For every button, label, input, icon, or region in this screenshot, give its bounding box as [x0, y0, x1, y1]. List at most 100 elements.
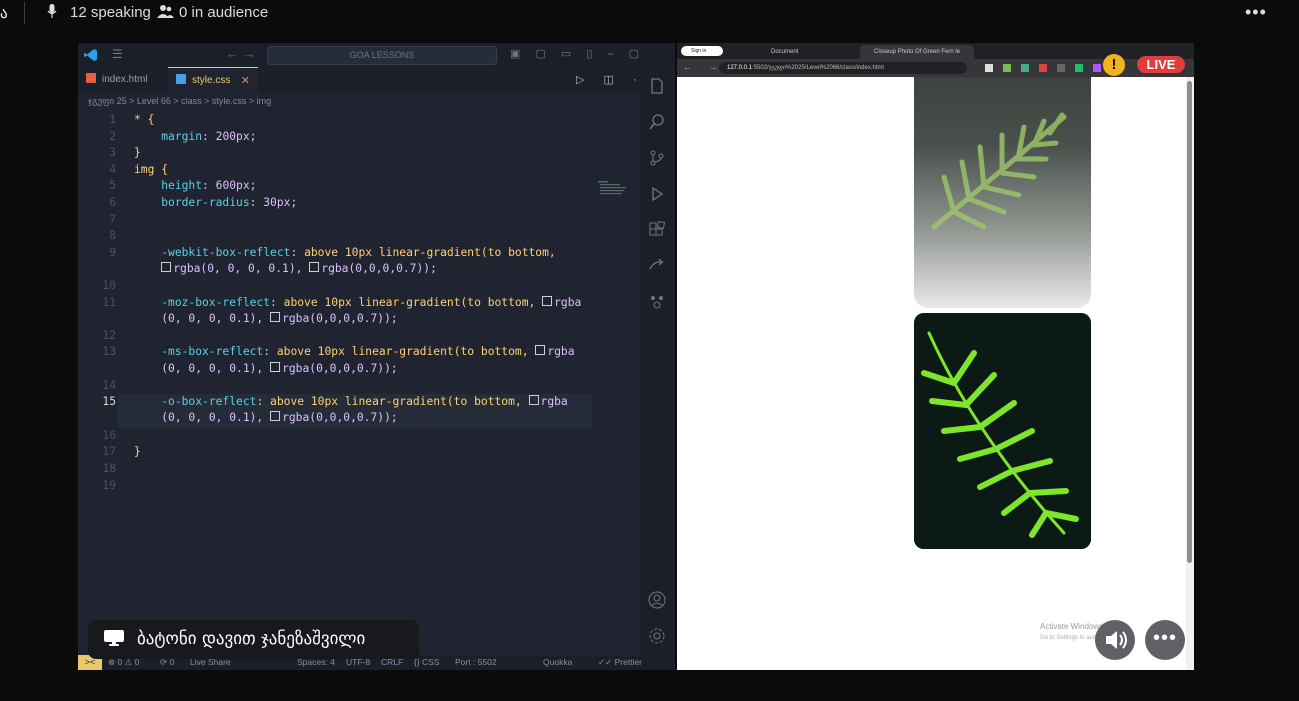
port-status[interactable]: Port : 5502 [455, 657, 497, 667]
code-token: rgba(0,0,0,0.7)); [321, 262, 437, 275]
line-number: 17 [102, 445, 116, 458]
line-number: 18 [102, 462, 116, 475]
color-swatch[interactable] [309, 262, 320, 272]
color-swatch[interactable] [542, 296, 553, 306]
line-number: 16 [102, 429, 116, 442]
gear-icon[interactable] [648, 627, 666, 645]
explorer-icon[interactable] [648, 77, 666, 95]
account-icon[interactable] [648, 591, 666, 609]
color-swatch[interactable] [535, 345, 546, 355]
activity-bar [639, 67, 675, 657]
tab-index-html[interactable]: index.html [78, 67, 168, 93]
language-status[interactable]: {} CSS [414, 657, 440, 667]
html-icon [86, 73, 96, 83]
code-line: margin: 200px; [161, 130, 257, 143]
code-token: } [134, 445, 141, 458]
warning-icon[interactable]: ! [1103, 54, 1125, 76]
tab-label: Document [771, 49, 799, 55]
audience-icon [157, 5, 174, 18]
code-token: rgba [540, 395, 568, 408]
live-badge: LIVE [1137, 56, 1185, 73]
line-number: 2 [109, 130, 116, 143]
tab-style-css[interactable]: style.css ✕ [168, 67, 258, 94]
code-token: (0, 0, 0, 0.1), [161, 312, 264, 325]
extensions-icon[interactable] [648, 221, 666, 239]
more-actions-button[interactable]: ••• [1145, 620, 1185, 660]
address-bar[interactable]: 127.0.0.1:5502/ჯგუფი%2025/Level%2066/cla… [719, 62, 967, 74]
search-icon[interactable] [648, 113, 666, 131]
tab-label: style.css [192, 75, 231, 86]
page-scrollbar[interactable] [1186, 77, 1194, 670]
volume-button[interactable] [1095, 620, 1135, 660]
code-token: 30px [263, 196, 291, 209]
tab-label: Sign in [691, 48, 707, 54]
code-line: (0, 0, 0, 0.1), rgba(0,0,0,0.7)); [134, 362, 398, 375]
code-token: (0, 0, 0, 0.1), [161, 362, 264, 375]
tab-fern-photo[interactable]: Closeup Photo Of Green Fern le [860, 45, 974, 59]
quokka-status[interactable]: Quokka [543, 657, 572, 667]
code-line: (0, 0, 0, 0.1), rgba(0,0,0,0.7)); [134, 312, 398, 325]
vscode-window: ☰ ← → GOA LESSONS ▣ ▢ ▭ ▯ – ▢ index.html… [78, 43, 675, 670]
prettier-status[interactable]: ✓✓ Prettier [598, 657, 642, 668]
color-swatch[interactable] [161, 262, 172, 272]
code-token: * { [134, 113, 155, 126]
code-token: -o-box-reflect [161, 395, 257, 408]
close-tab-icon[interactable]: ✕ [241, 68, 250, 94]
code-token: rgba(0,0,0,0.7)); [282, 362, 398, 375]
run-debug-icon[interactable] [648, 185, 666, 203]
edge-glyph: ა [0, 5, 8, 22]
web-page: Activate Windows Go to Settings to activ… [677, 77, 1186, 670]
tab-document[interactable]: Document [757, 45, 861, 59]
live-share-icon[interactable] [648, 257, 666, 275]
code-line: -webkit-box-reflect: above 10px linear-g… [161, 246, 556, 259]
code-token: img { [134, 163, 169, 176]
scrollbar-thumb[interactable] [1187, 81, 1192, 563]
line-number: 9 [109, 246, 116, 259]
code-token: border-radius [161, 196, 250, 209]
color-swatch[interactable] [270, 362, 281, 372]
code-token: rgba(0,0,0,0.7)); [282, 411, 398, 424]
code-token: rgba [554, 296, 582, 309]
code-token: rgba [547, 345, 575, 358]
code-token: height [161, 179, 203, 192]
code-line: -moz-box-reflect: above 10px linear-grad… [161, 296, 582, 309]
speaker-icon [1106, 631, 1127, 649]
code-line: rgba(0, 0, 0, 0.1), rgba(0,0,0,0.7)); [134, 262, 437, 275]
more-options-button[interactable]: ••• [1245, 2, 1267, 23]
command-center-search[interactable]: GOA LESSONS [267, 46, 497, 65]
code-editor[interactable]: 1 2 3 4 5 6 7 8 9 10 11 12 13 14 15 16 17 18 19 * { margin… [78, 111, 638, 656]
color-swatch[interactable] [528, 395, 539, 405]
audience-count: 0 in audience [179, 4, 269, 21]
breadcrumb[interactable]: ჯგუფი 25 > Level 66 > class > style.css … [78, 96, 648, 110]
source-control-icon[interactable] [648, 149, 666, 167]
screen-share-icon [104, 630, 124, 646]
code-token: 600px [215, 179, 250, 192]
code-token: } [134, 146, 141, 159]
line-number: 13 [102, 345, 116, 358]
window-controls[interactable]: ▣ ▢ ▭ ▯ – ▢ [510, 47, 645, 60]
tab-label: Closeup Photo Of Green Fern le [874, 49, 961, 55]
line-number: 3 [109, 146, 116, 159]
code-line: (0, 0, 0, 0.1), rgba(0,0,0,0.7)); [134, 411, 398, 424]
menu-icon[interactable]: ☰ [112, 47, 123, 61]
nav-arrows[interactable]: ← → [226, 46, 256, 61]
quokka-icon[interactable] [648, 293, 666, 311]
extensions-toolbar[interactable] [985, 63, 1105, 73]
url-path: :5502/ჯგუფი%2025/Level%2066/class/index.… [752, 65, 884, 71]
fern-icon [931, 112, 1067, 230]
minimap[interactable] [598, 181, 628, 195]
top-bar: ა 12 speaking 0 in audience ••• [0, 0, 1299, 26]
url-host: 127.0.0.1 [727, 65, 753, 71]
tab-sign-in[interactable]: Sign in [681, 46, 723, 56]
code-token: (0, 0, 0, 0.1), [161, 411, 264, 424]
fern-icon [914, 313, 1091, 549]
presenter-notice: ბატონი დავით ჯანეზაშვილი [88, 620, 419, 659]
fern-reflection-image [914, 77, 1091, 308]
line-number: 5 [109, 179, 116, 192]
color-swatch[interactable] [270, 411, 281, 421]
code-token: 200px [215, 130, 250, 143]
line-number: 11 [102, 296, 116, 309]
color-swatch[interactable] [270, 312, 281, 322]
line-number: 12 [102, 329, 116, 342]
line-number: 6 [109, 196, 116, 209]
